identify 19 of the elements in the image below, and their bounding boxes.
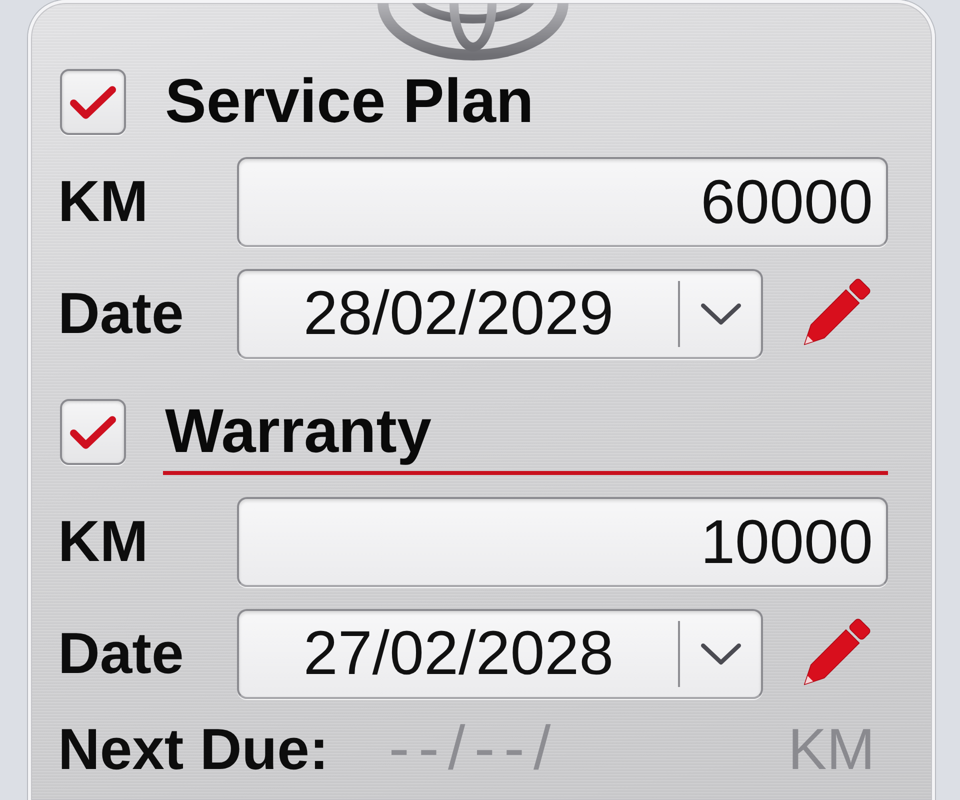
- next-due-label: Next Due:: [58, 718, 329, 782]
- field-label: KM: [58, 513, 148, 571]
- chevron-down-icon: [700, 643, 740, 665]
- checkmark-icon: [70, 86, 116, 118]
- date-select[interactable]: 27/02/2028: [237, 609, 763, 699]
- km-input[interactable]: 60000: [237, 157, 888, 247]
- section-title: Warranty: [165, 401, 432, 463]
- date-select[interactable]: 28/02/2029: [237, 269, 763, 359]
- checkbox[interactable]: [60, 399, 126, 465]
- km-input[interactable]: 10000: [237, 497, 888, 587]
- field-label: Date: [58, 285, 184, 343]
- checkmark-icon: [70, 416, 116, 448]
- chevron-down-icon: [700, 303, 740, 325]
- field-label: Date: [58, 625, 184, 683]
- checkbox[interactable]: [60, 69, 126, 135]
- next-due-date: --/--/: [388, 715, 560, 784]
- km-unit: KM: [788, 718, 875, 782]
- section-title: Service Plan: [165, 71, 534, 133]
- field-label: KM: [58, 173, 148, 231]
